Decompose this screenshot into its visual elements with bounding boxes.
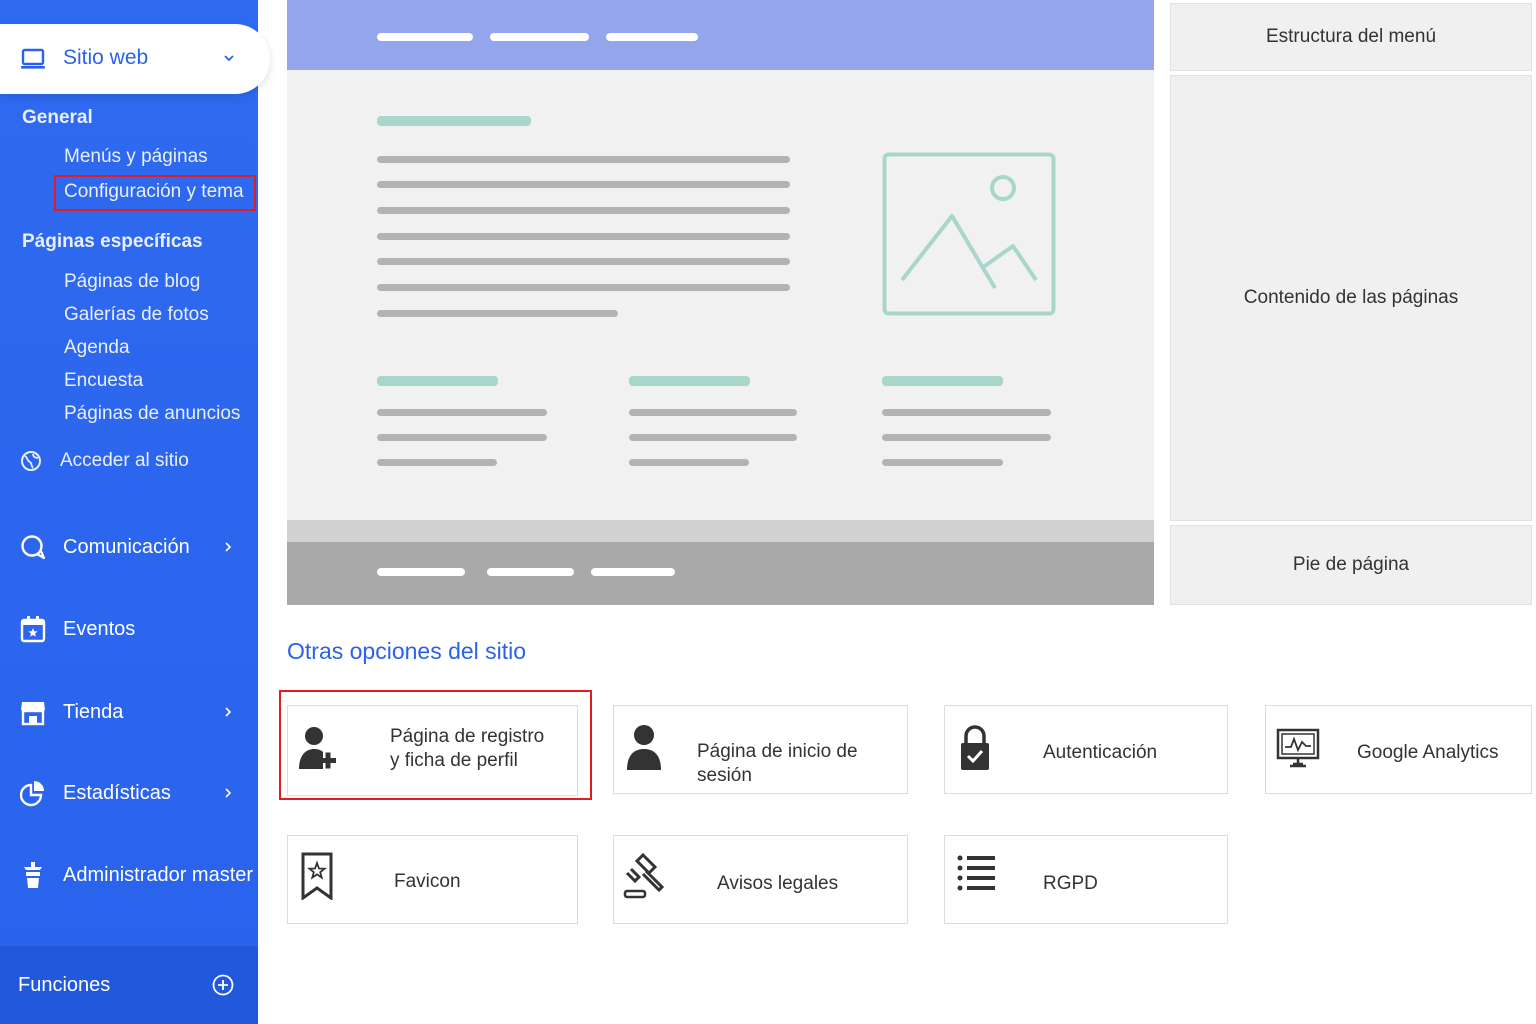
card-label: Página de inicio de sesión — [697, 741, 858, 786]
pie-chart-icon — [20, 781, 44, 807]
site-selector-label: Sitio web — [63, 46, 149, 69]
mock-text-line — [377, 181, 790, 188]
card-label: Avisos legales — [717, 873, 839, 894]
gavel-icon — [623, 852, 665, 899]
mock-text-line — [377, 459, 497, 466]
menu-structure-panel[interactable]: Estructura del menú — [1170, 3, 1532, 71]
nav-store[interactable]: Tienda — [20, 695, 240, 729]
mock-text-line — [377, 284, 790, 291]
nav-communication[interactable]: Comunicación — [20, 530, 240, 564]
mock-text-line — [377, 409, 547, 416]
sidebar-item-blog-pages[interactable]: Páginas de blog — [64, 271, 200, 293]
mock-text-line — [882, 434, 1051, 441]
google-analytics-card[interactable]: Google Analytics — [1265, 705, 1532, 794]
other-options-title: Otras opciones del sitio — [287, 638, 527, 664]
mock-text-line — [882, 409, 1051, 416]
footer-panel[interactable]: Pie de página — [1170, 525, 1532, 605]
card-label-line1: Página de registro — [390, 726, 545, 747]
gdpr-card[interactable]: RGPD — [944, 835, 1228, 924]
mock-footer-bar — [377, 568, 465, 576]
mock-heading-bar — [629, 376, 750, 386]
site-selector[interactable]: Sitio web — [0, 24, 270, 94]
sidebar-item-agenda[interactable]: Agenda — [64, 337, 130, 359]
functions-label: Funciones — [18, 974, 111, 996]
site-layout-preview — [287, 0, 1154, 605]
section-heading-general: General — [22, 107, 93, 128]
nav-label: Tienda — [63, 700, 124, 723]
mock-heading-bar — [377, 116, 531, 126]
card-label: Favicon — [394, 871, 461, 892]
sidebar-item-ads-pages[interactable]: Páginas de anuncios — [64, 403, 240, 425]
section-heading-specific-pages: Páginas específicas — [22, 231, 203, 252]
sidebar-item-menus-pages[interactable]: Menús y páginas — [64, 146, 208, 168]
registration-profile-card[interactable]: Página de registro y ficha de perfil — [287, 705, 578, 796]
preview-footer-separator — [287, 520, 1154, 542]
mock-text-line — [882, 459, 1003, 466]
favicon-card[interactable]: Favicon — [287, 835, 578, 924]
image-placeholder-icon — [882, 152, 1056, 316]
nav-events[interactable]: Eventos — [20, 612, 240, 646]
laptop-icon — [21, 48, 45, 69]
sidebar-item-survey[interactable]: Encuesta — [64, 370, 143, 392]
mock-text-line — [377, 434, 547, 441]
mock-footer-bar — [487, 568, 574, 576]
mock-text-line — [377, 233, 790, 240]
mock-menu-bar — [490, 33, 589, 41]
preview-header-area[interactable] — [287, 0, 1154, 70]
chevron-right-icon — [225, 542, 232, 552]
monitor-chart-icon — [1276, 728, 1320, 768]
admin-icon — [24, 862, 42, 888]
nav-label: Estadísticas — [63, 781, 171, 804]
legal-notices-card[interactable]: Avisos legales — [613, 835, 908, 924]
nav-master-admin[interactable]: Administrador master — [20, 858, 253, 892]
chat-icon — [21, 535, 46, 560]
mock-text-line — [377, 310, 618, 317]
store-icon — [21, 702, 45, 726]
authentication-card[interactable]: Autenticación — [944, 705, 1228, 794]
mock-text-line — [377, 156, 790, 163]
mock-menu-bar — [606, 33, 698, 41]
lock-icon — [961, 725, 989, 770]
preview-content-area[interactable] — [287, 70, 1154, 520]
mock-footer-bar — [591, 568, 675, 576]
card-label: RGPD — [1043, 873, 1098, 894]
mock-text-line — [377, 258, 790, 265]
mock-text-line — [377, 207, 790, 214]
globe-icon — [21, 451, 41, 471]
sidebar-item-config-theme[interactable]: Configuración y tema — [54, 175, 256, 211]
mock-menu-bar — [377, 33, 473, 41]
bookmark-star-icon — [301, 852, 333, 900]
sidebar-item-photo-galleries[interactable]: Galerías de fotos — [64, 304, 209, 326]
access-site-label: Acceder al sitio — [60, 450, 189, 471]
functions-bar: Funciones — [0, 946, 258, 1024]
page-content-panel[interactable]: Contenido de las páginas — [1170, 75, 1532, 521]
card-label-line2: y ficha de perfil — [390, 750, 518, 771]
mock-heading-bar — [377, 376, 498, 386]
card-label: Autenticación — [1043, 742, 1158, 763]
access-site-link[interactable]: Acceder al sitio — [20, 450, 189, 472]
mock-heading-bar — [882, 376, 1003, 386]
mock-text-line — [629, 409, 797, 416]
login-page-card[interactable]: Página de inicio de sesión — [613, 705, 908, 794]
nav-label: Administrador master — [63, 863, 254, 886]
chevron-down-icon — [224, 55, 234, 62]
card-label: Google Analytics — [1357, 742, 1499, 763]
plus-circle-icon[interactable] — [212, 974, 234, 996]
user-icon — [627, 725, 661, 770]
preview-footer-area[interactable] — [287, 542, 1154, 605]
sidebar: Sitio web General Menús y páginas Config… — [0, 0, 270, 1024]
mock-text-line — [629, 434, 797, 441]
calendar-icon — [20, 616, 46, 643]
list-icon — [957, 855, 995, 891]
chevron-right-icon — [225, 788, 232, 798]
add-user-icon — [299, 727, 336, 769]
mock-text-line — [629, 459, 749, 466]
chevron-right-icon — [225, 707, 232, 717]
nav-label: Eventos — [63, 617, 136, 640]
nav-statistics[interactable]: Estadísticas — [20, 776, 240, 810]
nav-label: Comunicación — [63, 535, 190, 558]
